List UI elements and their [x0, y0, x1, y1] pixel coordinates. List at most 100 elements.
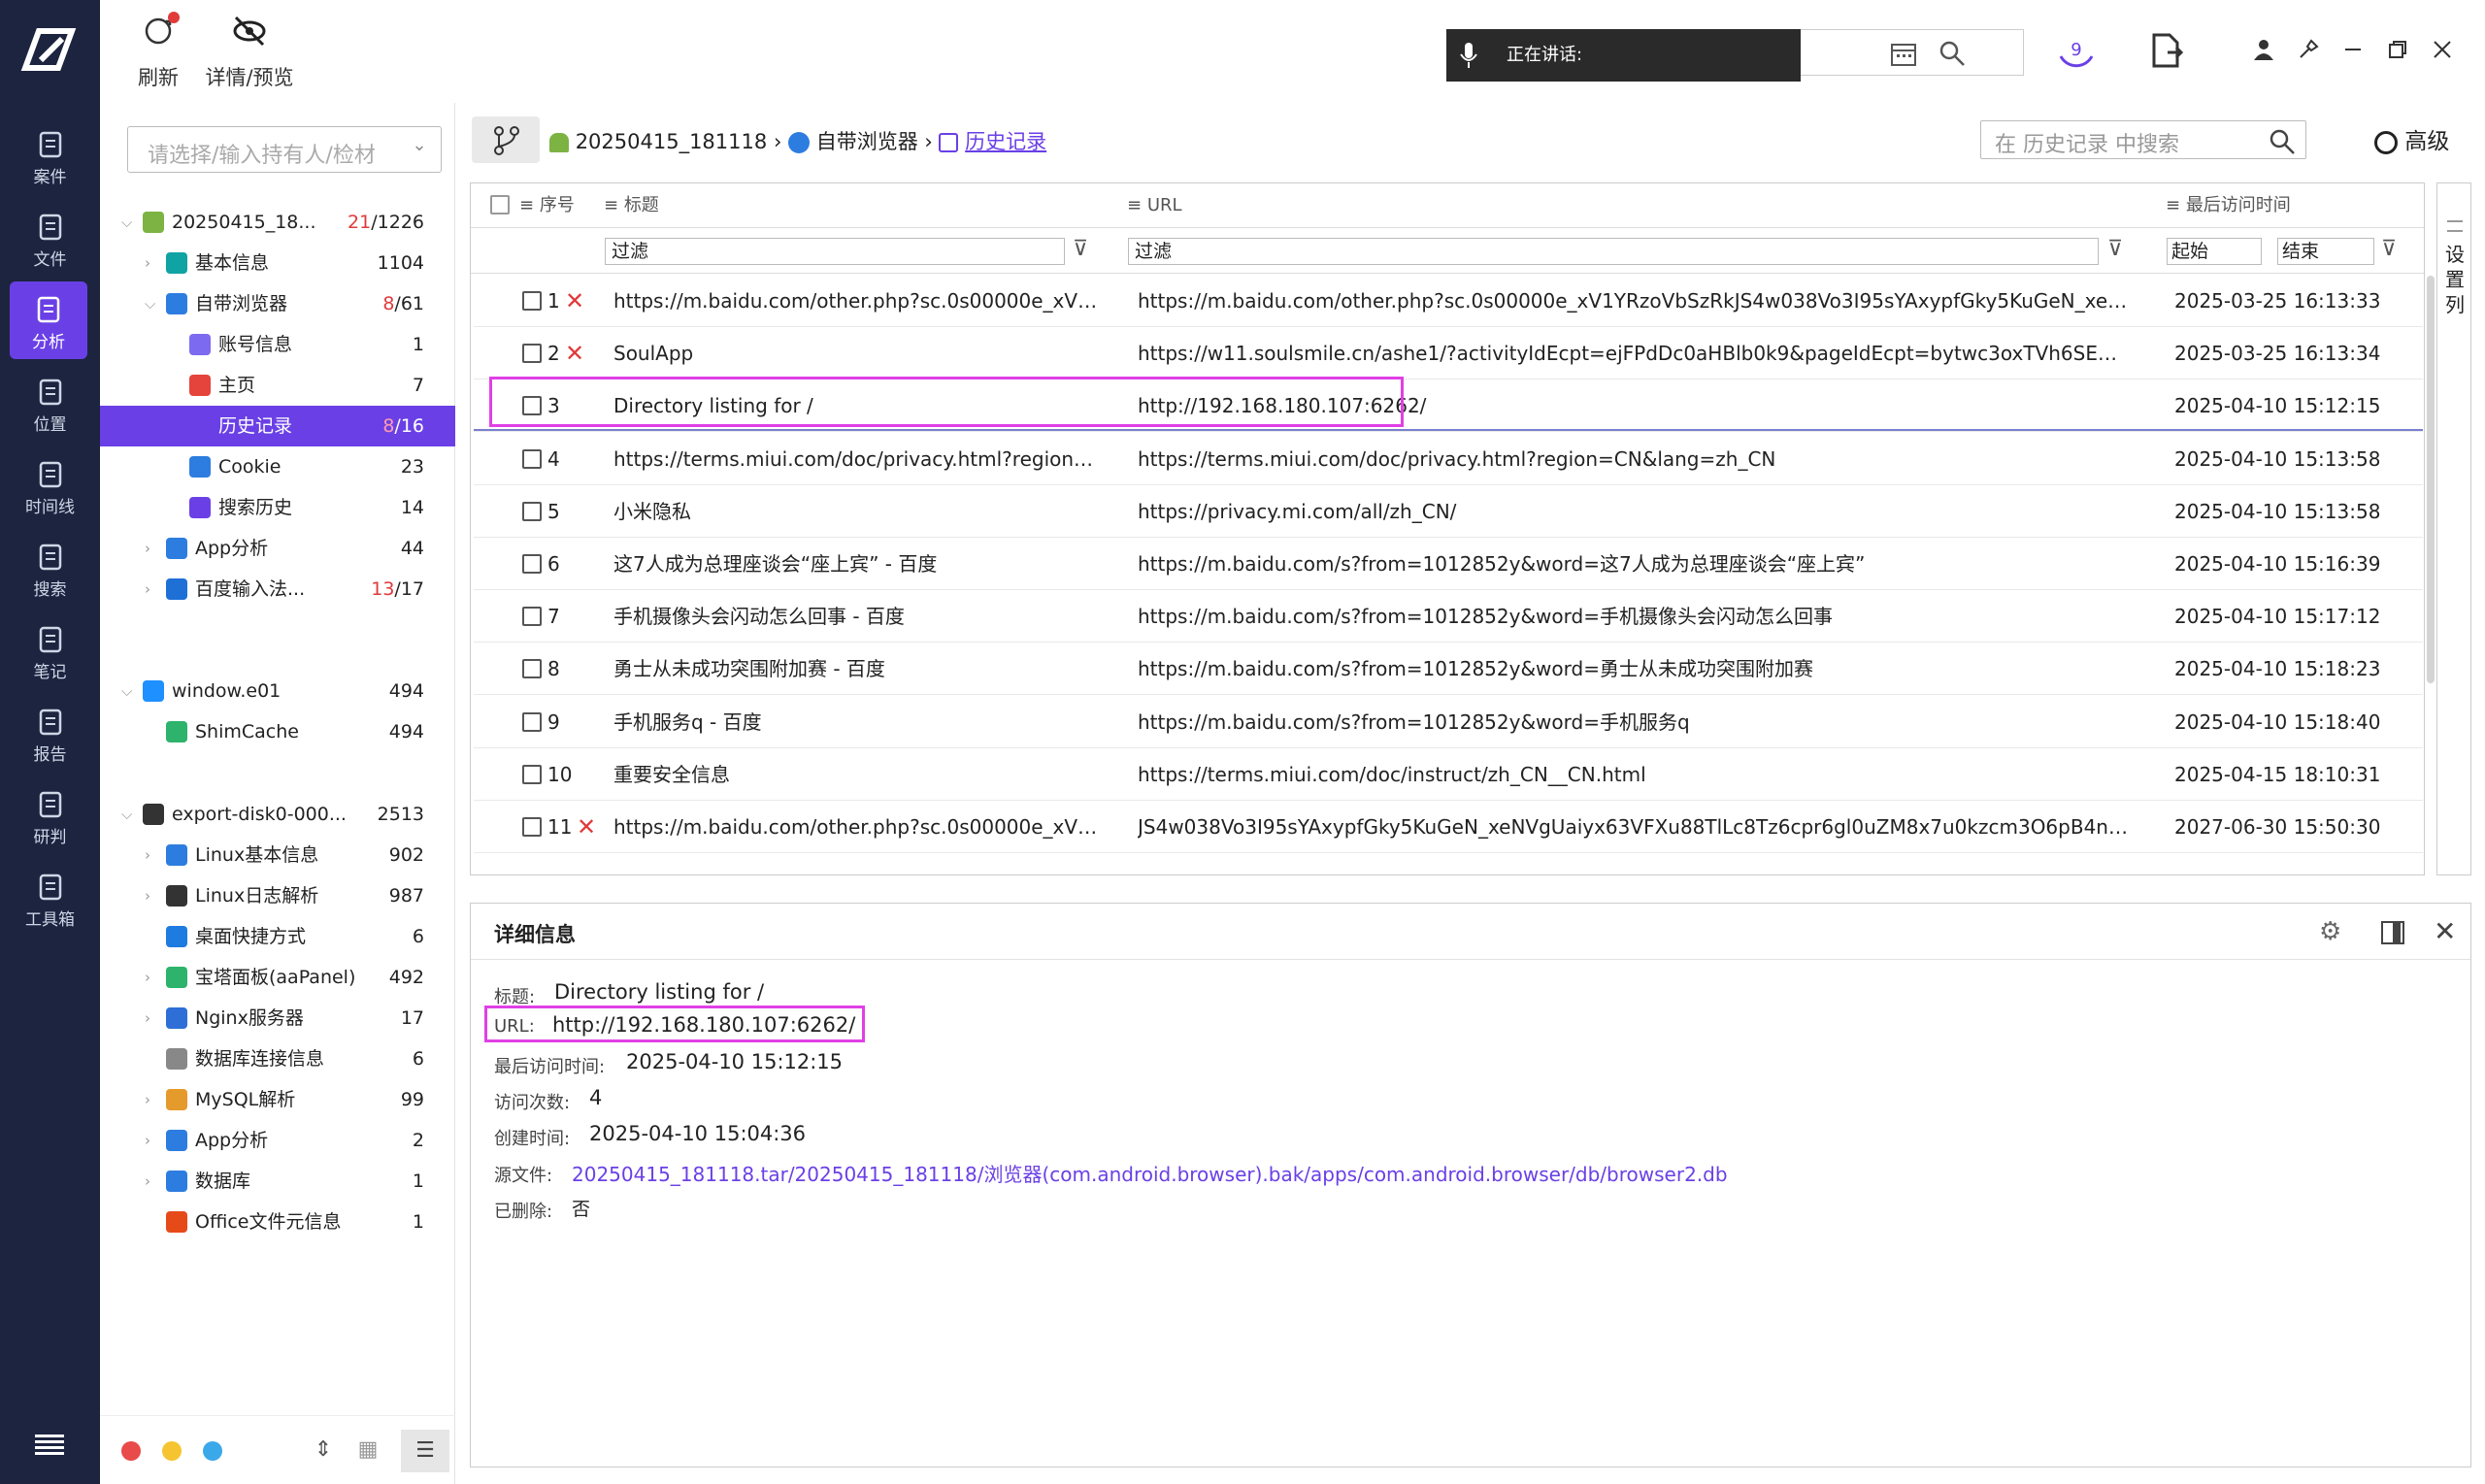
table-row[interactable]: 10 重要安全信息 https://terms.miui.com/doc/instr…: [474, 748, 2423, 801]
tree-row[interactable]: › Linux基本信息 902: [100, 835, 455, 875]
close-icon[interactable]: ✕: [2434, 915, 2456, 947]
chevron-down-icon[interactable]: ⌵: [145, 283, 162, 324]
row-checkbox[interactable]: [522, 764, 542, 784]
collapse-icon[interactable]: ⇕: [312, 1437, 335, 1463]
breadcrumb-app[interactable]: 自带浏览器: [816, 130, 918, 153]
tree-row[interactable]: › 基本信息 1104: [100, 243, 455, 283]
table-row[interactable]: 11 ✕ https://m.baidu.com/other.php?sc.0s00…: [474, 801, 2423, 853]
row-checkbox[interactable]: [522, 448, 542, 469]
rail-item-1[interactable]: 文件: [0, 199, 100, 277]
col-time-header[interactable]: ≡ 最后访问时间: [2166, 183, 2291, 228]
col-index-header[interactable]: ≡ 序号: [519, 183, 575, 228]
tree-row[interactable]: 桌面快捷方式 6: [100, 916, 455, 957]
row-checkbox[interactable]: [522, 817, 542, 837]
global-search-box[interactable]: [1801, 29, 2024, 76]
tree-row[interactable]: 账号信息 1: [100, 324, 455, 365]
gear-icon[interactable]: ⚙: [2319, 917, 2341, 946]
table-row[interactable]: 6 这7人成为总理座谈会“座上宾” - 百度 https://m.baidu.com…: [474, 538, 2423, 590]
column-settings-strip[interactable]: 设置列: [2436, 182, 2471, 875]
yellow-dot-icon[interactable]: [162, 1441, 182, 1461]
chevron-down-icon[interactable]: ⌵: [121, 671, 139, 711]
chevron-right-icon[interactable]: ›: [145, 835, 162, 875]
time-end-input[interactable]: 结束: [2277, 238, 2374, 265]
magnifier-icon[interactable]: [2269, 128, 2296, 155]
rail-item-3[interactable]: 位置: [0, 364, 100, 442]
title-filter-input[interactable]: 过滤: [605, 238, 1065, 265]
tree-row[interactable]: › App分析 2: [100, 1120, 455, 1161]
tree-row[interactable]: › 百度输入法... 13/17: [100, 569, 455, 610]
tree-row[interactable]: ShimCache 494: [100, 711, 455, 752]
tree-row[interactable]: 主页 7: [100, 365, 455, 406]
table-row[interactable]: 7 手机摄像头会闪动怎么回事 - 百度 https://m.baidu.com/s?…: [474, 590, 2423, 643]
tree-row[interactable]: 搜索历史 14: [100, 487, 455, 528]
row-checkbox[interactable]: [522, 711, 542, 732]
tree-row[interactable]: › Nginx服务器 17: [100, 998, 455, 1039]
row-checkbox[interactable]: [522, 607, 542, 627]
refresh-button[interactable]: 刷新: [129, 10, 187, 91]
task-progress-badge[interactable]: 9: [2053, 27, 2100, 74]
tree-row[interactable]: ⌵ 自带浏览器 8/61: [100, 283, 455, 324]
rail-item-5[interactable]: 搜索: [0, 529, 100, 607]
time-start-input[interactable]: 起始: [2167, 238, 2262, 265]
blue-dot-icon[interactable]: [203, 1441, 222, 1461]
row-checkbox[interactable]: [522, 291, 542, 311]
table-row[interactable]: 5 小米隐私 https://privacy.mi.com/all/zh_CN/20…: [474, 485, 2423, 538]
history-search-input[interactable]: 在 历史记录 中搜索: [1980, 120, 2306, 159]
row-checkbox[interactable]: [522, 554, 542, 574]
panel-layout-icon[interactable]: [2381, 921, 2404, 944]
breadcrumb-device[interactable]: 20250415_181118: [576, 130, 768, 153]
tree-row[interactable]: › MySQL解析 99: [100, 1079, 455, 1120]
calendar-icon[interactable]: [1890, 40, 1917, 67]
row-checkbox[interactable]: [522, 659, 542, 679]
search-icon[interactable]: [1938, 40, 1966, 67]
select-all-checkbox[interactable]: [490, 195, 510, 214]
table-scrollbar[interactable]: [2427, 276, 2435, 683]
minimize-icon[interactable]: [2342, 39, 2364, 60]
export-icon[interactable]: [2150, 33, 2183, 68]
rail-item-2[interactable]: 分析: [10, 281, 87, 359]
grid-view-icon[interactable]: ▦: [356, 1437, 380, 1463]
chevron-right-icon[interactable]: ›: [145, 875, 162, 916]
chevron-right-icon[interactable]: ›: [145, 998, 162, 1039]
row-checkbox[interactable]: [522, 344, 542, 364]
pin-icon[interactable]: [2298, 39, 2319, 60]
rail-item-7[interactable]: 报告: [0, 694, 100, 772]
restore-icon[interactable]: [2387, 39, 2408, 60]
table-row[interactable]: 9 手机服务q - 百度 https://m.baidu.com/s?from=10…: [474, 696, 2423, 748]
col-url-header[interactable]: ≡ URL: [1127, 183, 1182, 228]
tree-row[interactable]: ⌵ 20250415_18... 21/1226: [100, 202, 455, 243]
tree-row[interactable]: › 宝塔面板(aaPanel) 492: [100, 957, 455, 998]
chevron-right-icon[interactable]: ›: [145, 1161, 162, 1202]
list-view-icon[interactable]: ☰: [401, 1430, 449, 1472]
rail-item-6[interactable]: 笔记: [0, 611, 100, 689]
url-filter-icon[interactable]: ⊽: [2107, 237, 2123, 261]
tree-row[interactable]: Office文件元信息 1: [100, 1202, 455, 1242]
user-icon[interactable]: [2253, 39, 2274, 60]
tree-row[interactable]: › App分析 44: [100, 528, 455, 569]
chevron-down-icon[interactable]: ⌵: [121, 202, 139, 243]
breadcrumb-page[interactable]: 历史记录: [965, 130, 1046, 153]
menu-icon[interactable]: [35, 1435, 64, 1456]
tree-row[interactable]: ⌵ export-disk0-000... 2513: [100, 794, 455, 835]
rail-item-0[interactable]: 案件: [0, 116, 100, 194]
tree-row[interactable]: Cookie 23: [100, 446, 455, 487]
red-dot-icon[interactable]: [121, 1441, 141, 1461]
chevron-right-icon[interactable]: ›: [145, 243, 162, 283]
chevron-right-icon[interactable]: ›: [145, 569, 162, 610]
chevron-right-icon[interactable]: ›: [145, 1120, 162, 1161]
table-row[interactable]: 1 ✕ https://m.baidu.com/other.php?sc.0s000…: [474, 275, 2423, 327]
time-filter-icon[interactable]: ⊽: [2381, 237, 2397, 261]
rail-item-8[interactable]: 研判: [0, 776, 100, 854]
rail-item-9[interactable]: 工具箱: [0, 859, 100, 937]
tree-row[interactable]: 数据库连接信息 6: [100, 1039, 455, 1079]
row-checkbox[interactable]: [522, 501, 542, 521]
chevron-right-icon[interactable]: ›: [145, 528, 162, 569]
tree-row[interactable]: › Linux日志解析 987: [100, 875, 455, 916]
tree-row[interactable]: 历史记录 8/16: [100, 406, 455, 446]
chevron-right-icon[interactable]: ›: [145, 1079, 162, 1120]
url-filter-input[interactable]: 过滤: [1128, 238, 2099, 265]
chevron-down-icon[interactable]: ⌵: [121, 794, 139, 835]
table-row[interactable]: 8 勇士从未成功突围附加赛 - 百度 https://m.baidu.com/s?f…: [474, 643, 2423, 696]
branch-button[interactable]: [472, 116, 540, 163]
table-row[interactable]: 4 https://terms.miui.com/doc/privacy.html…: [474, 433, 2423, 485]
